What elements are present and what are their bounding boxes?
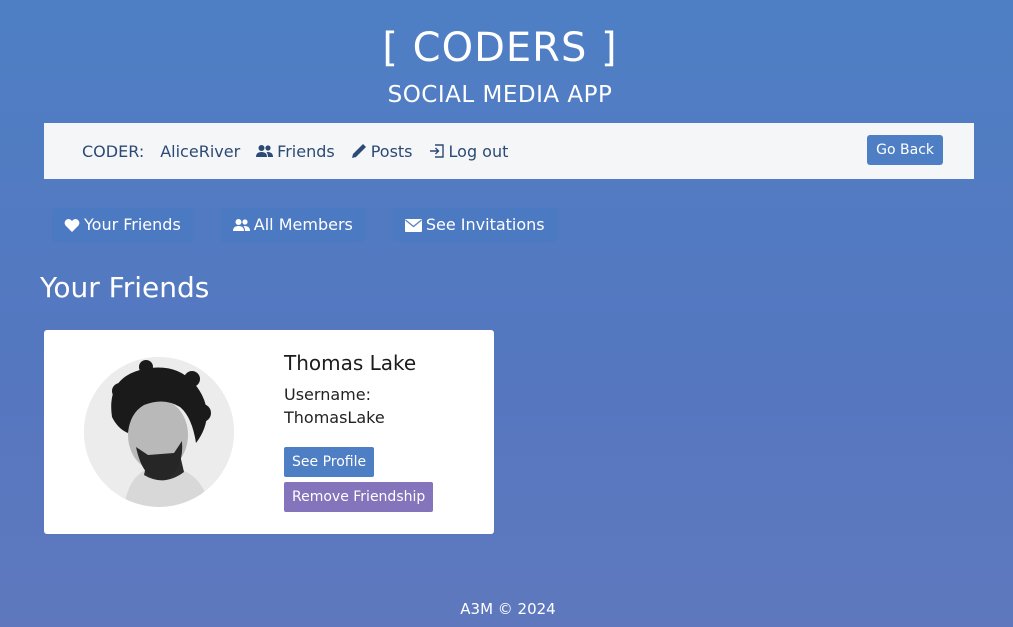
nav-logout-label: Log out bbox=[448, 141, 509, 161]
tab-your-friends[interactable]: Your Friends bbox=[52, 208, 193, 242]
nav-friends-link[interactable]: Friends bbox=[256, 142, 335, 161]
tab-your-friends-label: Your Friends bbox=[84, 215, 181, 234]
tab-all-members[interactable]: All Members bbox=[220, 208, 365, 242]
friend-username: ThomasLake bbox=[284, 408, 385, 427]
remove-friendship-button[interactable]: Remove Friendship bbox=[284, 482, 434, 512]
friend-name: Thomas Lake bbox=[284, 351, 417, 375]
footer-copyright: A3M © 2024 bbox=[460, 600, 556, 618]
nav-posts-link[interactable]: Posts bbox=[351, 142, 413, 161]
friends-tabs: Your Friends All Members See Invitations bbox=[52, 208, 585, 242]
friend-avatar bbox=[84, 357, 234, 507]
nav-logout-link[interactable]: Log out bbox=[429, 141, 509, 161]
logout-icon bbox=[429, 144, 444, 158]
envelope-icon bbox=[404, 218, 422, 232]
heart-icon bbox=[64, 218, 80, 232]
go-back-button[interactable]: Go Back bbox=[867, 135, 943, 165]
app-title: [ CODERS ] bbox=[382, 25, 618, 71]
current-username-link[interactable]: AliceRiver bbox=[160, 142, 240, 161]
tab-all-members-label: All Members bbox=[253, 215, 353, 234]
coder-label: CODER: bbox=[82, 141, 145, 161]
tab-see-invitations[interactable]: See Invitations bbox=[392, 208, 557, 242]
section-heading: Your Friends bbox=[40, 271, 210, 304]
friend-username-label: Username: bbox=[284, 385, 371, 404]
tab-see-invitations-label: See Invitations bbox=[425, 215, 545, 234]
friend-card: Thomas Lake Username: ThomasLake See Pro… bbox=[44, 330, 494, 534]
nav-posts-label: Posts bbox=[370, 141, 413, 161]
see-profile-button[interactable]: See Profile bbox=[284, 447, 375, 477]
top-navbar: CODER: AliceRiver Friends Posts Log out … bbox=[44, 123, 974, 179]
users-icon bbox=[256, 145, 274, 157]
users-icon bbox=[232, 219, 250, 231]
app-subtitle: SOCIAL MEDIA APP bbox=[387, 82, 613, 108]
pen-icon bbox=[351, 144, 366, 158]
nav-friends-label: Friends bbox=[277, 141, 335, 161]
